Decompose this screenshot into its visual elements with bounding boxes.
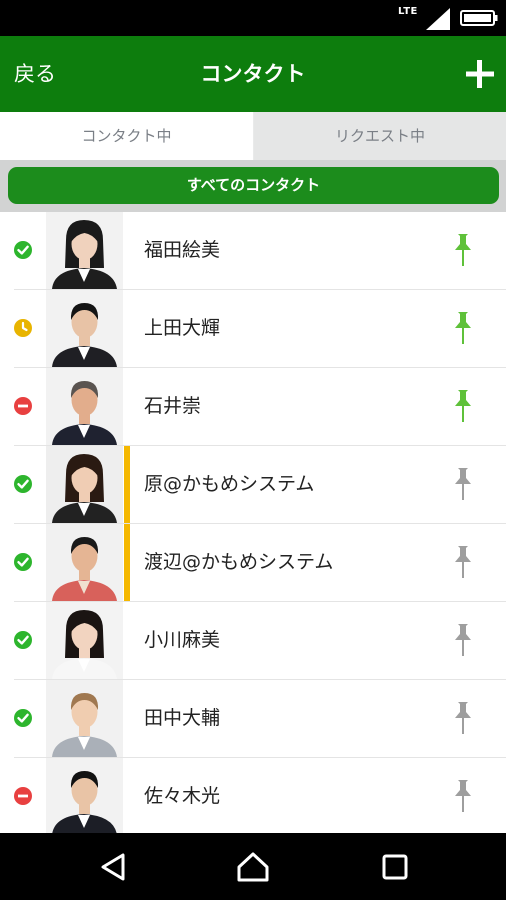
avatar — [46, 602, 123, 679]
contact-row[interactable]: 渡辺@かもめシステム — [0, 524, 506, 602]
avatar — [46, 446, 123, 523]
contact-name: 石井崇 — [144, 395, 202, 417]
highlight-bar — [124, 524, 130, 602]
avatar — [46, 212, 123, 289]
contact-name: 田中大輔 — [144, 707, 221, 729]
network-type: LTE — [398, 6, 418, 17]
pin-icon[interactable] — [452, 778, 474, 814]
page-title: コンタクト — [200, 62, 306, 86]
contact-row[interactable]: 佐々木光 — [0, 758, 506, 833]
contact-row[interactable]: 福田絵美 — [0, 212, 506, 290]
add-contact-icon[interactable] — [458, 52, 502, 96]
app-bar: 戻る コンタクト — [0, 36, 506, 112]
pin-active-icon[interactable] — [452, 232, 474, 268]
pin-icon[interactable] — [452, 622, 474, 658]
online-status-icon — [14, 475, 32, 493]
pin-active-icon[interactable] — [452, 388, 474, 424]
highlight-bar — [124, 446, 130, 524]
avatar — [46, 680, 123, 757]
online-status-icon — [14, 241, 32, 259]
back-triangle-icon[interactable] — [94, 847, 134, 887]
filter-bar: すべてのコンタクト — [0, 160, 506, 212]
tab-bar: コンタクト中 リクエスト中 — [0, 112, 506, 160]
busy-status-icon — [14, 397, 32, 415]
status-bar: LTE — [0, 0, 506, 36]
busy-status-icon — [14, 787, 32, 805]
avatar — [46, 758, 123, 833]
contact-list: 福田絵美上田大輝石井崇原@かもめシステム 渡辺@かもめシステム 小川麻美田中大輔佐々… — [0, 212, 506, 833]
tab-contacts[interactable]: コンタクト中 — [0, 112, 253, 160]
online-status-icon — [14, 553, 32, 571]
contact-name: 原@かもめシステム — [144, 473, 315, 495]
contact-name: 渡辺@かもめシステム — [144, 551, 334, 573]
recents-square-icon[interactable] — [375, 847, 415, 887]
contact-row[interactable]: 原@かもめシステム — [0, 446, 506, 524]
signal-icon — [426, 8, 450, 30]
contact-name: 小川麻美 — [144, 629, 221, 651]
all-contacts-filter-button[interactable]: すべてのコンタクト — [8, 167, 499, 204]
online-status-icon — [14, 709, 32, 727]
contact-row[interactable]: 小川麻美 — [0, 602, 506, 680]
contact-row[interactable]: 石井崇 — [0, 368, 506, 446]
contact-name: 上田大輝 — [144, 317, 221, 339]
contact-row[interactable]: 田中大輔 — [0, 680, 506, 758]
contact-name: 佐々木光 — [144, 785, 221, 807]
pin-icon[interactable] — [452, 466, 474, 502]
contact-row[interactable]: 上田大輝 — [0, 290, 506, 368]
avatar — [46, 368, 123, 445]
contact-name: 福田絵美 — [144, 239, 221, 261]
battery-icon — [460, 10, 498, 26]
pin-icon[interactable] — [452, 700, 474, 736]
avatar — [46, 524, 123, 601]
navigation-bar — [0, 833, 506, 900]
home-icon[interactable] — [233, 847, 273, 887]
tab-requests[interactable]: リクエスト中 — [254, 112, 506, 160]
pin-icon[interactable] — [452, 544, 474, 580]
avatar — [46, 290, 123, 367]
online-status-icon — [14, 631, 32, 649]
away-status-icon — [14, 319, 32, 337]
back-button[interactable]: 戻る — [14, 36, 56, 112]
pin-active-icon[interactable] — [452, 310, 474, 346]
